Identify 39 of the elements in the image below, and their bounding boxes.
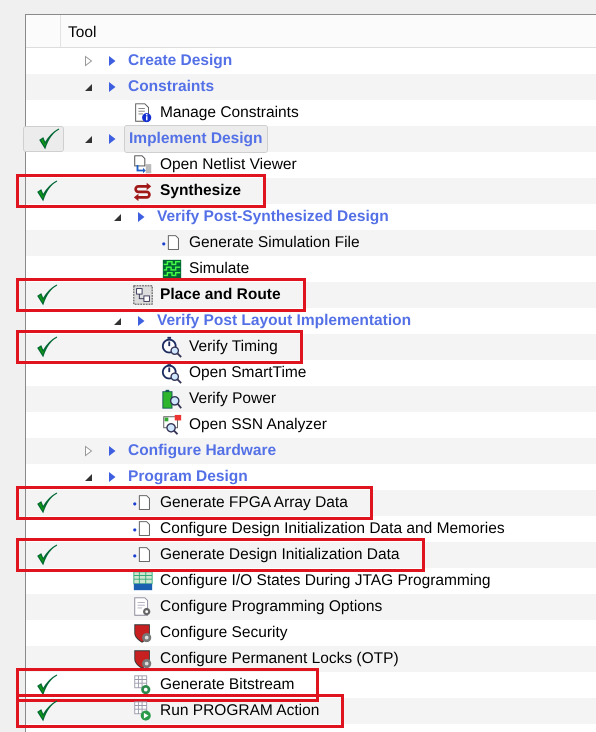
tree-tool-item[interactable]: Configure Design Initialization Data and Memories	[160, 517, 505, 541]
expand-icon[interactable]	[82, 54, 94, 68]
grid-magnifier-icon	[161, 414, 183, 436]
tree-group-item[interactable]: Constraints	[124, 74, 218, 100]
tree-tool-item[interactable]: Configure I/O States During JTAG Programming	[160, 569, 491, 593]
document-arrow-icon	[132, 154, 154, 176]
tree-tool-item[interactable]: Manage Constraints	[160, 101, 299, 125]
waveform-icon	[161, 258, 183, 280]
loop-arrows-icon	[132, 180, 154, 202]
tree-group-item[interactable]: Verify Post Layout Implementation	[153, 308, 416, 334]
grid-icon	[132, 570, 154, 592]
tree-tool-item[interactable]: Open Netlist Viewer	[160, 153, 297, 177]
triangle-icon	[106, 53, 118, 69]
battery-magnifier-icon	[161, 388, 183, 410]
triangle-icon	[106, 131, 118, 147]
triangle-icon	[135, 313, 147, 329]
document-info-icon	[132, 102, 154, 124]
tree-tool-item[interactable]: Place and Route	[160, 283, 281, 307]
tree-tool-item[interactable]: Open SmartTime	[189, 361, 306, 385]
tree-group-item[interactable]: Implement Design	[124, 125, 268, 153]
expand-icon[interactable]	[82, 444, 94, 458]
tree-group-item[interactable]: Verify Post-Synthesized Design	[153, 204, 393, 230]
shield-icon	[132, 648, 154, 670]
tree-tool-item[interactable]: Verify Power	[189, 387, 276, 411]
tree-tool-item[interactable]: Verify Timing	[189, 335, 278, 359]
stopwatch-magnifier-icon	[161, 362, 183, 384]
tree-tool-item[interactable]: Generate Bitstream	[160, 673, 294, 697]
triangle-icon	[135, 209, 147, 225]
tree-tool-item[interactable]: Open SSN Analyzer	[189, 413, 327, 437]
tree-tool-item[interactable]: Configure Security	[160, 621, 288, 645]
triangle-icon	[106, 443, 118, 459]
tree-tool-item[interactable]: Simulate	[189, 257, 250, 281]
tree-tool-item[interactable]: Synthesize	[160, 179, 241, 203]
triangle-icon	[106, 469, 118, 485]
shield-icon	[132, 622, 154, 644]
tree-group-item[interactable]: Create Design	[124, 48, 236, 74]
column-header[interactable]: Tool	[61, 15, 96, 47]
triangle-icon	[106, 79, 118, 95]
tree-group-item[interactable]: Program Design	[124, 464, 252, 490]
